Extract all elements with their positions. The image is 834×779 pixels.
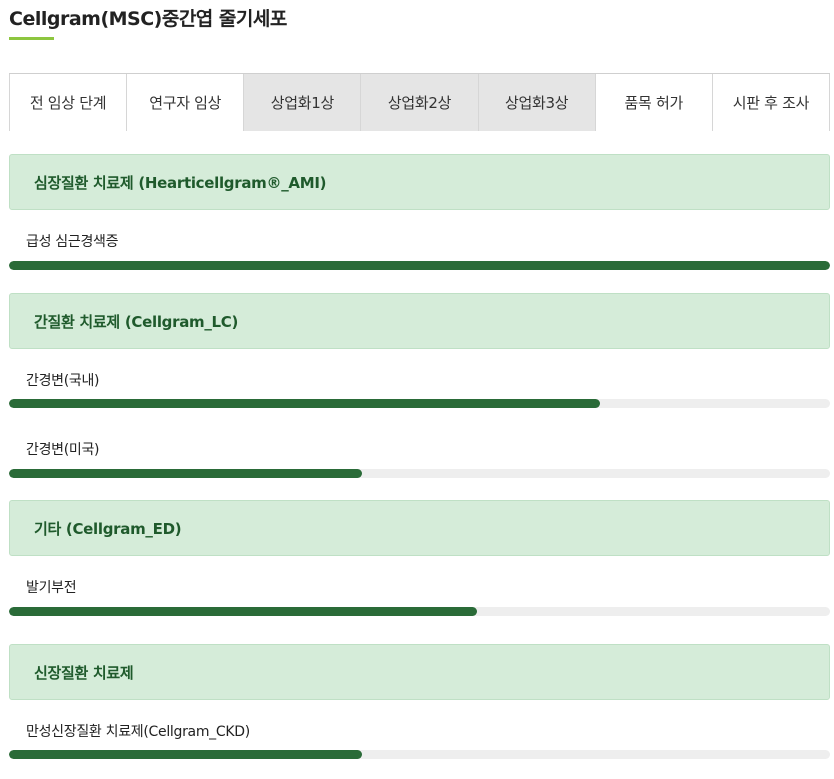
tab-phase-2[interactable]: 상업화2상: [361, 74, 479, 131]
tab-investigator-trial[interactable]: 연구자 임상: [127, 74, 245, 131]
tab-phase-1[interactable]: 상업화1상: [244, 74, 362, 131]
progress-track: [9, 607, 830, 616]
tab-post-market[interactable]: 시판 후 조사: [712, 74, 830, 131]
title-underline: [9, 37, 54, 40]
item-label: 급성 심근경색증: [26, 234, 119, 250]
progress-fill: [9, 607, 477, 616]
progress-fill: [9, 261, 830, 270]
item-label: 간경변(국내): [26, 373, 100, 389]
section-header-other: 기타 (Cellgram_ED): [9, 500, 830, 556]
item-label: 만성신장질환 치료제(Cellgram_CKD): [26, 724, 250, 740]
page-title: Cellgram(MSC)중간엽 줄기세포: [9, 8, 287, 30]
progress-fill: [9, 469, 363, 478]
tab-phase-3[interactable]: 상업화3상: [478, 74, 596, 131]
progress-track: [9, 399, 830, 408]
item-label: 간경변(미국): [26, 442, 100, 458]
section-header-kidney: 신장질환 치료제: [9, 644, 830, 700]
progress-track: [9, 750, 830, 759]
phase-tabs: 전 임상 단계 연구자 임상 상업화1상 상업화2상 상업화3상 품목 허가 시…: [9, 73, 830, 131]
section-header-liver: 간질환 치료제 (Cellgram_LC): [9, 293, 830, 349]
progress-track: [9, 261, 830, 270]
progress-fill: [9, 399, 601, 408]
item-label: 발기부전: [26, 580, 77, 596]
section-header-heart: 심장질환 치료제 (Hearticellgram®_AMI): [9, 154, 830, 210]
tab-approval[interactable]: 품목 허가: [595, 74, 713, 131]
progress-track: [9, 469, 830, 478]
progress-fill: [9, 750, 363, 759]
tab-preclinical[interactable]: 전 임상 단계: [9, 74, 128, 131]
page: Cellgram(MSC)중간엽 줄기세포 전 임상 단계 연구자 임상 상업화…: [0, 0, 834, 779]
